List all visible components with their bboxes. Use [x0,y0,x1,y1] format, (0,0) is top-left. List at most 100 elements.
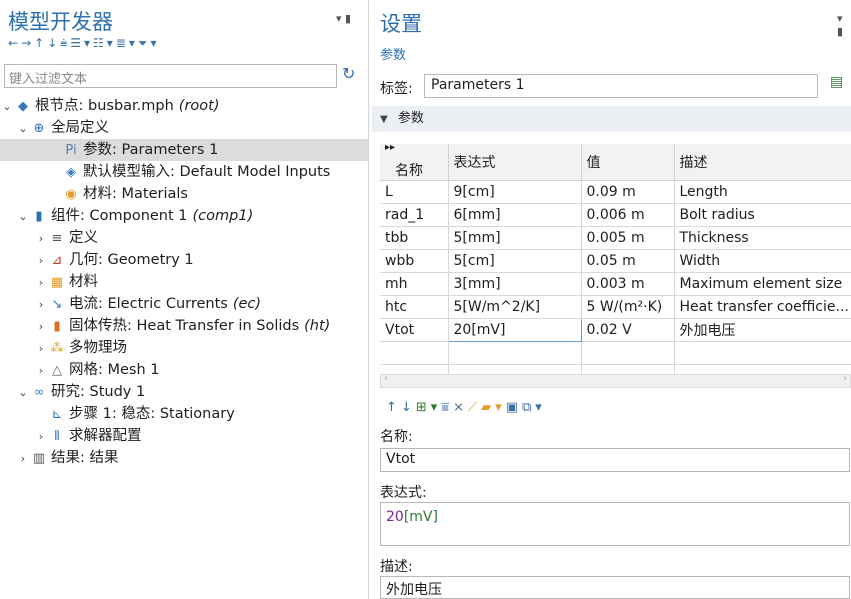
cell-name[interactable]: mh [380,272,449,296]
expand-chevron-icon[interactable]: › [34,272,48,294]
collapse-chevron-icon[interactable]: ⌄ [16,118,30,140]
tree-item[interactable]: ⌄ ▮ 组件: Component 1 (comp1) [0,205,368,227]
tree-item[interactable]: ⌄ ◆ 根节点: busbar.mph (root) [0,95,368,117]
cell-expression[interactable]: 9[cm] [448,180,582,204]
move-up-icon[interactable]: ↑ [386,400,401,415]
description-caption: 描述: [380,559,413,575]
tree-item[interactable]: ⌄ ∞ 研究: Study 1 [0,381,368,403]
label-edit-icon[interactable]: ▤ [830,74,850,96]
empty-cell[interactable] [448,341,582,365]
collapse-chevron-icon[interactable]: ⌄ [16,206,30,228]
insert-icon[interactable]: ⩸ [441,400,453,415]
expand-chevron-icon[interactable]: › [34,250,48,272]
down-arrow-icon[interactable]: ↓ [47,36,60,50]
parameters-section-header[interactable]: ▼ 参数 [372,106,851,132]
cell-description[interactable]: Maximum element size [674,272,851,296]
column-header-description[interactable]: 描述 [674,144,851,181]
cell-description[interactable]: 外加电压 [674,318,851,342]
cell-description[interactable]: Length [674,180,851,204]
expand-chevron-icon[interactable]: › [34,316,48,338]
column-header-expression[interactable]: 表达式 [448,144,582,181]
table-row[interactable]: Vtot 20[mV] 0.02 V 外加电压 [380,318,851,342]
empty-cell[interactable] [380,341,449,365]
refresh-icon[interactable]: ↻ [342,64,355,83]
table-row[interactable]: tbb 5[mm] 0.005 m Thickness [380,226,851,250]
cell-name[interactable]: htc [380,295,449,319]
cell-expression[interactable]: 3[mm] [448,272,582,296]
cell-description[interactable]: Thickness [674,226,851,250]
tree-item[interactable]: › ▥ 结果: 结果 [0,447,368,469]
cell-expression[interactable]: 5[mm] [448,226,582,250]
add-row-icon[interactable]: ⊞▾ [416,400,441,415]
tree-item[interactable]: Pi 参数: Parameters 1 [0,139,368,161]
cell-description[interactable]: Width [674,249,851,273]
import-icon[interactable]: ⧉▾ [522,400,546,415]
cell-name[interactable]: tbb [380,226,449,250]
cell-name[interactable]: wbb [380,249,449,273]
name-input[interactable]: Vtot [380,448,850,472]
cell-name[interactable]: Vtot [380,318,449,342]
empty-table-row[interactable] [380,341,851,365]
tree-item[interactable]: ◈ 默认模型输入: Default Model Inputs [0,161,368,183]
expand-chevron-icon[interactable]: › [34,228,48,250]
empty-cell[interactable] [581,341,675,365]
tree-item[interactable]: › ▮ 固体传热: Heat Transfer in Solids (ht) [0,315,368,337]
expand-chevron-icon[interactable]: › [34,426,48,448]
label-input[interactable]: Parameters 1 [424,74,818,98]
build-menu-icon[interactable]: ⏷▾ [138,36,160,50]
table-row[interactable]: rad_1 6[mm] 0.006 m Bolt radius [380,203,851,227]
table-row[interactable]: wbb 5[cm] 0.05 m Width [380,249,851,273]
scroll-left-icon[interactable]: ‹ [384,373,388,384]
up-arrow-icon[interactable]: ↑ [34,36,47,50]
table-row[interactable]: htc 5[W/m^2/K] 5 W/(m²·K) Heat transfer coe… [380,295,851,319]
cell-description[interactable]: Bolt radius [674,203,851,227]
tree-item[interactable]: › ⫴ 求解器配置 [0,425,368,447]
filter-input[interactable]: 键入过滤文本 [4,64,337,88]
move-down-icon[interactable]: ↓ [401,400,416,415]
tree-item[interactable]: ⌄ ⊕ 全局定义 [0,117,368,139]
column-header-name[interactable]: ▸▸ 名称 [380,142,449,181]
description-input[interactable]: 外加电压 [380,576,850,599]
cell-name[interactable]: rad_1 [380,203,449,227]
tree-item[interactable]: ⊾ 步骤 1: 稳态: Stationary [0,403,368,425]
collapse-chevron-icon[interactable]: ⌄ [16,382,30,404]
expand-chevron-icon[interactable]: › [16,448,30,470]
expression-input[interactable]: 20[mV] [380,502,850,546]
cell-name[interactable]: L [380,180,449,204]
cell-expression[interactable]: 6[mm] [448,203,582,227]
expand-menu-icon[interactable]: ☷▾ [93,36,116,50]
collapse-icon[interactable]: ⩧ [60,36,70,50]
column-header-value[interactable]: 值 [581,144,675,181]
sweep-icon[interactable]: ⟋ [468,400,481,415]
expand-chevron-icon[interactable]: › [34,360,48,382]
expand-chevron-icon[interactable]: › [34,294,48,316]
horizontal-scrollbar[interactable]: ‹ › [380,373,851,388]
panel-menu-icon[interactable]: ▾ ▮ [837,12,851,38]
tree-item[interactable]: ◉ 材料: Materials [0,183,368,205]
tree-item[interactable]: › ↘ 电流: Electric Currents (ec) [0,293,368,315]
panel-menu-icon[interactable]: ▾ ▮ [336,12,351,25]
tree-node-icon: ⫴ [54,429,60,444]
cell-expression[interactable]: 5[cm] [448,249,582,273]
tree-item[interactable]: › △ 网格: Mesh 1 [0,359,368,381]
back-arrow-icon[interactable]: ← [8,36,21,50]
table-row[interactable]: L 9[cm] 0.09 m Length [380,180,851,204]
tree-item[interactable]: › ⊿ 几何: Geometry 1 [0,249,368,271]
tree-item[interactable]: › ≡ 定义 [0,227,368,249]
cell-description[interactable]: Heat transfer coefficie... [674,295,851,319]
open-folder-icon[interactable]: ▰▾ [481,400,506,415]
expand-chevron-icon[interactable]: › [34,338,48,360]
empty-cell[interactable] [674,341,851,365]
clear-icon[interactable]: ⨯ [453,400,468,415]
show-menu-icon[interactable]: ☰▾ [70,36,93,50]
tree-item[interactable]: › ▦ 材料 [0,271,368,293]
tree-item[interactable]: › ⁂ 多物理场 [0,337,368,359]
forward-arrow-icon[interactable]: → [21,36,34,50]
cell-expression[interactable]: 20[mV] [447,318,582,342]
table-row[interactable]: mh 3[mm] 0.003 m Maximum element size [380,272,851,296]
collapse-chevron-icon[interactable]: ⌄ [0,96,14,118]
scroll-right-icon[interactable]: › [843,373,847,384]
cell-expression[interactable]: 5[W/m^2/K] [448,295,582,319]
list-menu-icon[interactable]: ≣▾ [116,36,138,50]
save-icon[interactable]: ▣ [506,400,522,415]
